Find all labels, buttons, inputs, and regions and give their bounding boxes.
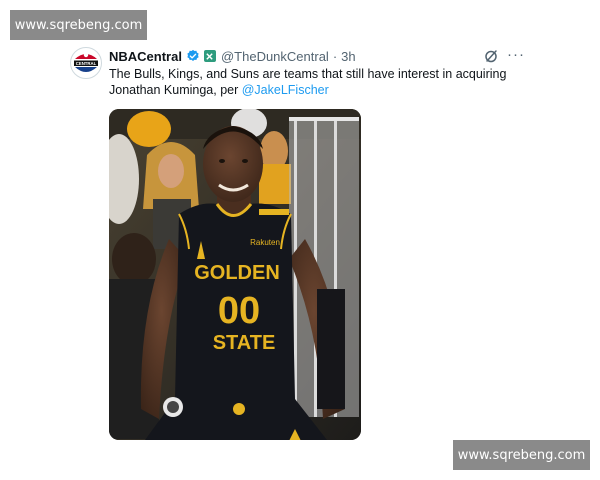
jersey-sponsor: Rakuten xyxy=(250,238,280,247)
tweet-header: NBACentral @TheDunkCentral · 3h ··· xyxy=(109,47,529,65)
display-name[interactable]: NBACentral xyxy=(109,49,182,64)
affiliate-badge-icon xyxy=(203,50,216,62)
avatar[interactable]: CENTRAL xyxy=(70,47,102,79)
more-options-icon[interactable]: ··· xyxy=(507,47,525,63)
tweet-text-line1: The Bulls, Kings, and Suns are teams tha… xyxy=(109,67,507,81)
tweet-text-line2-prefix: Jonathan Kuminga, per xyxy=(109,83,242,97)
verified-badge-icon xyxy=(186,49,200,63)
mention-link[interactable]: @JakeLFischer xyxy=(242,83,329,97)
jersey-word1: GOLDEN xyxy=(194,262,280,284)
user-handle[interactable]: @TheDunkCentral xyxy=(221,49,329,64)
avatar-label: CENTRAL xyxy=(76,61,97,66)
tweet-photo[interactable]: Rakuten GOLDEN 00 STATE xyxy=(109,109,361,440)
grok-icon[interactable] xyxy=(483,48,499,64)
watermark-top: www.sqrebeng.com xyxy=(10,10,147,40)
jersey-number: 00 xyxy=(218,290,260,332)
tweet-text-line2: Jonathan Kuminga, per @JakeLFischer xyxy=(109,82,529,98)
tweet-text: The Bulls, Kings, and Suns are teams tha… xyxy=(109,66,529,98)
watermark-bottom: www.sqrebeng.com xyxy=(453,440,590,470)
separator-dot: · xyxy=(332,48,338,64)
player-photo: Rakuten GOLDEN 00 STATE xyxy=(109,109,361,440)
nba-logo-icon: CENTRAL xyxy=(72,49,100,77)
timestamp[interactable]: 3h xyxy=(341,49,355,64)
jersey-word2: STATE xyxy=(213,332,276,354)
